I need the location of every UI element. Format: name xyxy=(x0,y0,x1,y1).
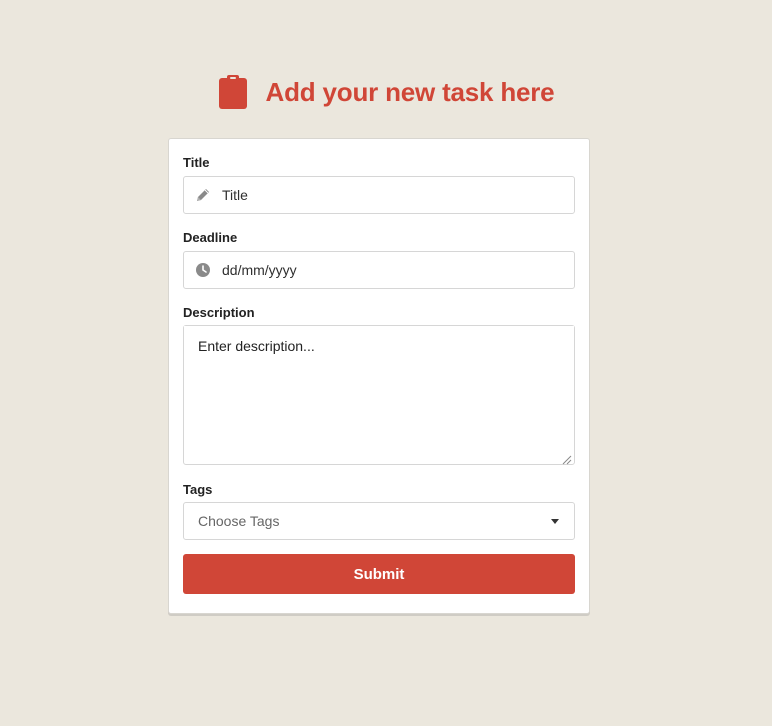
title-input[interactable] xyxy=(222,187,552,203)
deadline-label: Deadline xyxy=(183,230,238,245)
chevron-down-icon xyxy=(551,518,559,524)
submit-button[interactable]: Submit xyxy=(183,554,575,594)
description-textarea[interactable] xyxy=(184,326,574,462)
resize-grip-icon[interactable] xyxy=(562,452,572,465)
clipboard-icon xyxy=(218,74,248,110)
page-title: Add your new task here xyxy=(265,76,555,107)
deadline-field[interactable] xyxy=(183,251,575,289)
tags-select-value: Choose Tags xyxy=(198,513,280,529)
tags-label: Tags xyxy=(183,482,213,497)
title-label: Title xyxy=(183,155,210,170)
clock-icon xyxy=(195,262,211,278)
pencil-icon xyxy=(195,187,211,203)
page-header: Add your new task here xyxy=(0,74,772,110)
deadline-input[interactable] xyxy=(222,262,552,278)
description-field[interactable] xyxy=(183,325,575,465)
title-field[interactable] xyxy=(183,176,575,214)
task-form-card: Title Deadline Description xyxy=(168,138,590,614)
tags-select[interactable]: Choose Tags xyxy=(183,502,575,540)
description-label: Description xyxy=(183,305,255,320)
